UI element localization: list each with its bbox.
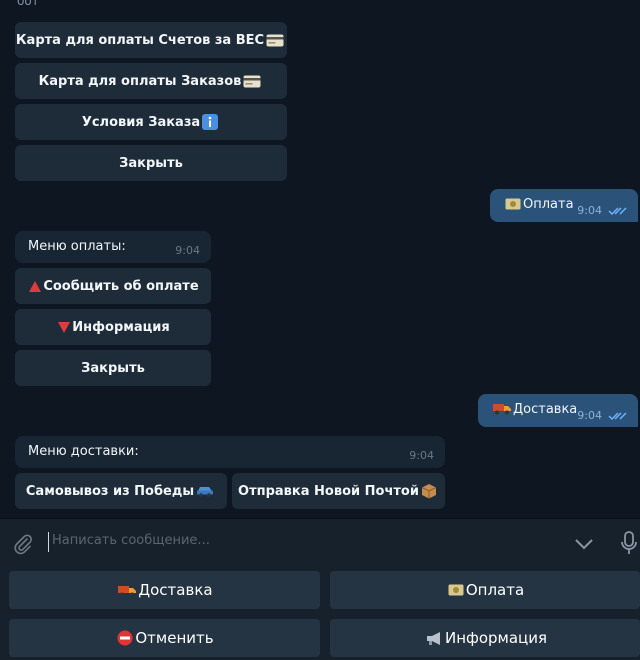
button-label: Доставка — [138, 581, 213, 599]
car-icon — [197, 487, 214, 497]
nova-poshta-button[interactable]: Отправка Новой Почтой — [232, 473, 445, 509]
keyboard-cancel-button[interactable]: Отменить — [9, 619, 320, 657]
red-triangle-up-icon — [29, 280, 42, 292]
read-checkmarks-icon — [608, 412, 627, 420]
close-button[interactable]: Закрыть — [15, 350, 211, 386]
message-time: 9:04 — [409, 449, 434, 462]
message-text: Доставка — [513, 402, 578, 417]
message-text: Меню доставки: — [28, 444, 139, 459]
reply-keyboard: Доставка Оплата Отменить Информация — [0, 568, 640, 660]
truck-icon — [118, 585, 137, 596]
message-input-placeholder: Написать сообщение... — [52, 533, 210, 548]
button-label: Отменить — [135, 629, 214, 647]
button-label: Информация — [72, 319, 170, 335]
card-bills-button[interactable]: Карта для оплаты Счетов за ВЕС — [15, 22, 287, 58]
button-label: Карта для оплаты Счетов за ВЕС — [15, 32, 265, 48]
message-text: Оплата — [523, 197, 574, 212]
keyboard-payment-button[interactable]: Оплата — [330, 571, 640, 609]
incoming-message-payment-menu: Меню оплаты: 9:04 — [15, 231, 211, 263]
outgoing-message-delivery: Доставка 9:04 — [478, 394, 638, 427]
incoming-message-delivery-menu: Меню доставки: 9:04 — [15, 436, 445, 468]
button-label: Сообщить об оплате — [43, 278, 199, 294]
button-label: Самовывоз из Победы — [25, 483, 195, 499]
outgoing-message-payment: Оплата 9:04 — [490, 189, 638, 222]
button-label: Карта для оплаты Заказов — [38, 73, 242, 89]
message-text: Меню оплаты: — [28, 239, 126, 254]
info-icon — [202, 114, 219, 130]
report-payment-button[interactable]: Сообщить об оплате — [15, 268, 211, 304]
button-label: Условия Заказа — [81, 114, 201, 130]
message-time: 9:04 — [577, 204, 602, 217]
truck-icon — [493, 404, 511, 415]
message-time: 9:04 — [577, 409, 602, 422]
money-icon — [505, 198, 521, 210]
card-orders-button[interactable]: Карта для оплаты Заказов — [15, 63, 287, 99]
button-label: Информация — [444, 629, 548, 647]
card-icon — [266, 34, 284, 46]
chevron-down-icon[interactable] — [573, 537, 595, 551]
button-label: Отправка Новой Почтой — [238, 483, 419, 499]
red-triangle-down-icon — [58, 321, 71, 333]
message-time: 9:04 — [175, 244, 200, 257]
payment-info-button[interactable]: Информация — [15, 309, 211, 345]
button-label: Закрыть — [119, 155, 183, 171]
message-input[interactable]: Написать сообщение... — [48, 533, 548, 555]
read-checkmarks-icon — [608, 207, 627, 215]
megaphone-icon — [426, 631, 440, 645]
button-label: Оплата — [465, 581, 525, 599]
order-conditions-button[interactable]: Условия Заказа — [15, 104, 287, 140]
close-button[interactable]: Закрыть — [15, 145, 287, 181]
message-composer: Написать сообщение... — [0, 518, 640, 568]
money-icon — [448, 584, 464, 596]
microphone-icon[interactable] — [620, 531, 638, 557]
package-icon — [421, 484, 437, 499]
pickup-button[interactable]: Самовывоз из Победы — [15, 473, 227, 509]
button-label: Закрыть — [81, 360, 145, 376]
chat-area: бот Карта для оплаты Счетов за ВЕС Карта… — [0, 0, 640, 518]
paperclip-icon[interactable] — [12, 533, 34, 555]
no-entry-icon — [117, 630, 133, 646]
card-icon — [243, 75, 261, 87]
bot-label: бот — [17, 0, 39, 8]
keyboard-delivery-button[interactable]: Доставка — [9, 571, 320, 609]
keyboard-info-button[interactable]: Информация — [330, 619, 640, 657]
